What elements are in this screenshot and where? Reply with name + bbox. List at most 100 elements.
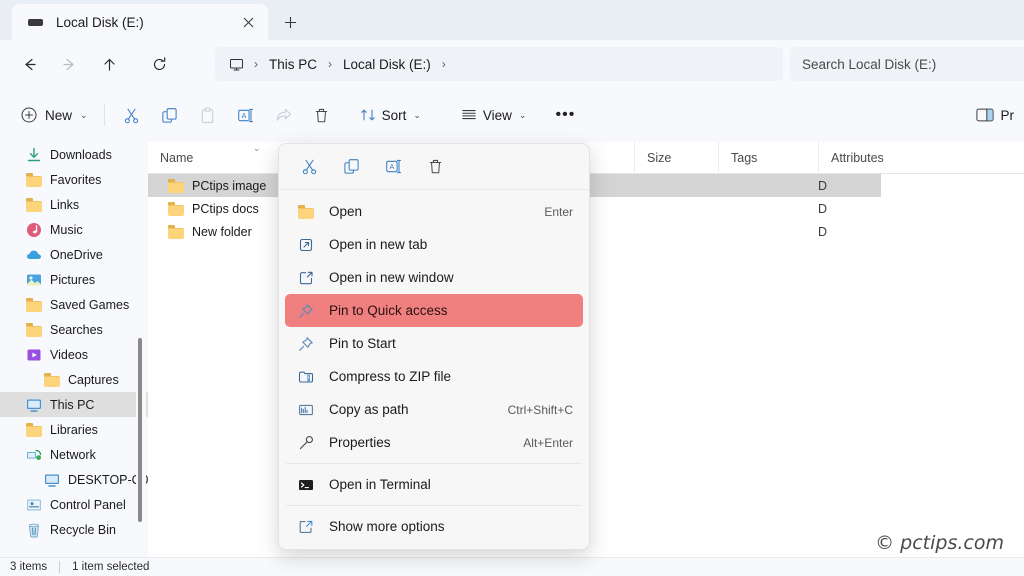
up-arrow-icon[interactable] (92, 47, 126, 81)
column-header-label: Tags (731, 151, 758, 165)
context-menu-divider (286, 463, 582, 464)
sidebar-item-onedrive[interactable]: OneDrive (0, 242, 148, 267)
context-menu-item-copy-as-path[interactable]: Copy as path Ctrl+Shift+C (285, 393, 583, 426)
sidebar-item-control-panel[interactable]: Control Panel (0, 492, 148, 517)
sidebar-item-searches[interactable]: Searches (0, 317, 148, 342)
view-icon (462, 110, 476, 120)
new-button-label: New (45, 107, 73, 123)
terminal-icon (297, 476, 315, 494)
sort-button[interactable]: Sort ⌄ (351, 99, 430, 131)
context-menu-item-open-in-new-window[interactable]: Open in new window (285, 261, 583, 294)
watermark: © pctips.com (875, 532, 1004, 554)
breadcrumb-separator: › (328, 57, 333, 71)
sidebar-item-label: This PC (50, 397, 95, 412)
sidebar-item-label: Saved Games (50, 297, 130, 312)
toolbar-divider (103, 104, 105, 126)
refresh-icon[interactable] (142, 47, 176, 81)
context-menu-item-properties[interactable]: Properties Alt+Enter (285, 426, 583, 459)
folder-icon (297, 203, 315, 221)
delete-icon[interactable] (303, 99, 341, 131)
sidebar-item-label: Network (50, 447, 96, 462)
search-input[interactable]: Search Local Disk (E:) (790, 47, 1024, 81)
sidebar-item-music[interactable]: Music (0, 217, 148, 242)
context-menu-item-shortcut: Enter (544, 204, 573, 219)
sidebar-item-libraries[interactable]: Libraries (0, 417, 148, 442)
context-menu-item-compress-to-zip-file[interactable]: Compress to ZIP file (285, 360, 583, 393)
zip-icon (297, 368, 315, 386)
cut-icon[interactable] (113, 99, 151, 131)
new-tab-button[interactable] (276, 8, 304, 36)
file-explorer-window: Local Disk (E:) › This PC › Local Disk (… (0, 0, 1024, 576)
sidebar-item-pictures[interactable]: Pictures (0, 267, 148, 292)
column-header-attributes[interactable]: Attributes (818, 142, 908, 174)
context-menu-item-pin-to-start[interactable]: Pin to Start (285, 327, 583, 360)
sidebar-item-saved-games[interactable]: Saved Games (0, 292, 148, 317)
sidebar-item-label: Libraries (50, 422, 98, 437)
context-menu-item-open-in-terminal[interactable]: Open in Terminal (285, 468, 583, 501)
sidebar-item-captures[interactable]: Captures (0, 367, 148, 392)
back-arrow-icon[interactable] (12, 47, 46, 81)
title-bar: Local Disk (E:) (0, 0, 1024, 40)
breadcrumb-separator: › (441, 57, 446, 71)
pin-icon (297, 302, 315, 320)
sidebar-item-label: Pictures (50, 272, 96, 287)
new-button[interactable]: New ⌄ (14, 99, 96, 131)
column-header-tags[interactable]: Tags (718, 142, 818, 174)
forward-arrow-icon[interactable] (52, 47, 86, 81)
sidebar-item-videos[interactable]: Videos (0, 342, 148, 367)
folder-icon (26, 172, 42, 188)
address-bar[interactable]: › This PC › Local Disk (E:) › (215, 47, 783, 81)
tab-title: Local Disk (E:) (56, 14, 144, 30)
new-window-icon (297, 269, 315, 287)
sidebar-item-label: OneDrive (50, 247, 103, 262)
delete-icon[interactable] (419, 152, 451, 182)
file-name-cell[interactable]: New folder (168, 224, 252, 240)
context-menu-item-label: Pin to Start (329, 336, 396, 351)
navigation-pane[interactable]: Downloads Favorites Links Music OneDrive Pict… (0, 142, 148, 557)
breadcrumb-local-disk-e[interactable]: Local Disk (E:) (336, 54, 438, 75)
file-attributes-cell: D (818, 224, 828, 239)
sidebar-item-recycle-bin[interactable]: Recycle Bin (0, 517, 148, 542)
sidebar-scrollbar-thumb[interactable] (138, 338, 142, 522)
rename-icon[interactable]: A (227, 99, 265, 131)
file-name-label: New folder (192, 224, 252, 239)
monitor-icon (229, 57, 244, 72)
context-menu-item-show-more-options[interactable]: Show more options (285, 510, 583, 543)
network-icon (26, 447, 42, 463)
copy-icon[interactable] (335, 152, 367, 182)
sidebar-item-label: Videos (50, 347, 88, 362)
new-tab-icon (297, 236, 315, 254)
breadcrumb-separator: › (254, 57, 258, 71)
context-menu-item-label: Compress to ZIP file (329, 369, 452, 384)
sidebar-item-desktop-o0d[interactable]: DESKTOP-O0D (0, 467, 148, 492)
context-menu-item-open-in-new-tab[interactable]: Open in new tab (285, 228, 583, 261)
item-count: 3 items (10, 561, 48, 573)
sidebar-item-favorites[interactable]: Favorites (0, 167, 148, 192)
sidebar-item-network[interactable]: Network (0, 442, 148, 467)
picture-icon (26, 272, 42, 288)
breadcrumb-this-pc[interactable]: This PC (262, 54, 324, 75)
cut-icon[interactable] (293, 152, 325, 182)
sidebar-scrollbar[interactable] (136, 142, 146, 557)
context-menu-item-open[interactable]: Open Enter (285, 195, 583, 228)
context-menu-item-pin-to-quick-access[interactable]: Pin to Quick access (285, 294, 583, 327)
view-button[interactable]: View ⌄ (452, 99, 536, 131)
file-name-cell[interactable]: PCtips docs (168, 201, 259, 217)
file-attributes-cell: D (818, 201, 828, 216)
context-menu[interactable]: A Open Enter Open in new tab Open in new wi… (278, 143, 590, 550)
column-header-size[interactable]: Size (634, 142, 718, 174)
music-icon (26, 222, 42, 238)
paste-icon[interactable] (189, 99, 227, 131)
share-icon[interactable] (265, 99, 303, 131)
tab-local-disk-e[interactable]: Local Disk (E:) (12, 4, 268, 40)
sidebar-item-links[interactable]: Links (0, 192, 148, 217)
close-icon[interactable] (236, 10, 260, 34)
preview-pane-button[interactable]: Pr (966, 99, 1024, 131)
sidebar-item-this-pc[interactable]: This PC (0, 392, 148, 417)
more-options-button[interactable]: ••• (547, 99, 583, 131)
rename-icon[interactable]: A (377, 152, 409, 182)
sidebar-item-downloads[interactable]: Downloads (0, 142, 148, 167)
file-name-cell[interactable]: PCtips image (168, 178, 266, 194)
copy-icon[interactable] (151, 99, 189, 131)
download-icon (26, 147, 42, 163)
